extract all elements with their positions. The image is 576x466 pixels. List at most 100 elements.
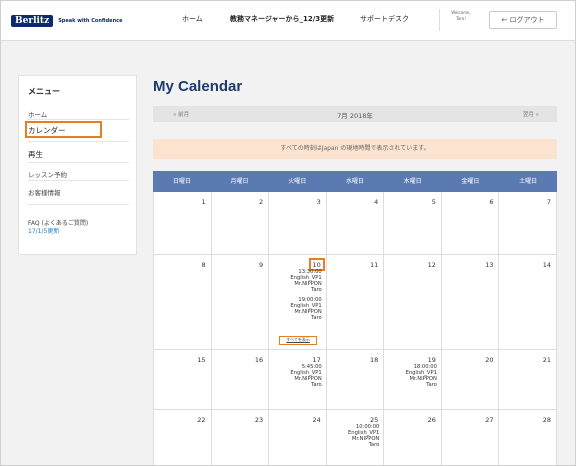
calendar-day-cell[interactable]: 23 <box>211 410 270 465</box>
calendar-day-cell[interactable]: 9 <box>211 255 270 350</box>
day-number: 25 <box>370 416 379 424</box>
calendar-day-cell[interactable]: 11 <box>326 255 385 350</box>
day-number: 20 <box>485 356 494 364</box>
day-number: 6 <box>489 198 494 206</box>
app-window: Berlitz Speak with Confidence ホーム 教務マネージ… <box>0 0 576 466</box>
top-header: Berlitz Speak with Confidence ホーム 教務マネージ… <box>1 1 575 41</box>
menu-divider <box>28 119 129 120</box>
calendar-day-cell[interactable]: 3 <box>269 192 327 255</box>
lesson-entry[interactable]: 19:00:00 English_VP1 Mr.NIPPON Taro <box>290 297 321 321</box>
calendar-day-cell[interactable]: 15 <box>154 350 212 410</box>
day-number: 26 <box>427 416 436 424</box>
page-title: My Calendar <box>153 78 243 95</box>
day-number: 4 <box>374 198 379 206</box>
calendar-day-cell[interactable]: 4 <box>326 192 385 255</box>
current-month-label: 7月 2018年 <box>337 112 373 120</box>
day-number: 27 <box>485 416 494 424</box>
calendar-body: 1 2 3 4 5 6 7 8 9 10 13:30:00 English_VP1 Mr.NIPPON T… <box>153 192 558 465</box>
day-number: 5 <box>431 198 436 206</box>
day-number: 18 <box>370 356 379 364</box>
lesson-entry[interactable]: 10:00:00 English_VP1 Mr.NIPPON Taro <box>348 424 379 448</box>
day-number: 22 <box>197 416 206 424</box>
calendar-day-cell[interactable]: 25 10:00:00 English_VP1 Mr.NIPPON Taro <box>326 410 385 465</box>
day-number: 7 <box>546 198 552 206</box>
menu-title: メニュー <box>28 87 60 96</box>
welcome-text: Welcome, Taro! <box>445 10 477 22</box>
day-number: 21 <box>542 356 552 364</box>
day-number: 14 <box>542 261 552 269</box>
calendar-day-cell[interactable]: 13 <box>441 255 500 350</box>
lesson-entry[interactable]: 5:45:00 English_VP1 Mr.NIPPON Taro <box>290 364 321 388</box>
month-navigation: « 前月 7月 2018年 翌月 » <box>153 106 557 122</box>
weekday-wednesday: 水曜日 <box>345 178 364 185</box>
menu-divider <box>28 162 129 163</box>
logout-button[interactable]: ← ログアウト <box>489 11 557 29</box>
calendar-day-cell[interactable]: 5 <box>384 192 442 255</box>
calendar-day-cell[interactable]: 1 <box>154 192 212 255</box>
menu-divider <box>28 180 129 181</box>
day-number: 17 <box>312 356 321 364</box>
lesson-student: Taro <box>368 442 380 448</box>
day-number: 15 <box>197 356 206 364</box>
calendar-week-row: 15 16 17 5:45:00 English_VP1 Mr.NIPPON Taro 18 1… <box>153 350 558 410</box>
next-month-button[interactable]: 翌月 » <box>523 110 539 118</box>
lesson-list: 13:30:00 English_VP1 Mr.NIPPON Taro 19:00:00… <box>290 269 321 321</box>
calendar-day-cell[interactable]: 14 <box>499 255 558 350</box>
calendar-day-cell[interactable]: 10 13:30:00 English_VP1 Mr.NIPPON Taro 19:00:… <box>269 255 327 350</box>
day-number: 24 <box>312 416 321 424</box>
nav-support-desk[interactable]: サポートデスク <box>360 14 409 24</box>
day-number: 8 <box>201 261 206 269</box>
lesson-list: 5:45:00 English_VP1 Mr.NIPPON Taro <box>290 364 321 388</box>
sidebar-item-customer-info[interactable]: お客様情報 <box>28 187 61 197</box>
sidebar-item-faq[interactable]: FAQ (よくあるご質問) 17/1/5更新 <box>28 220 88 236</box>
show-all-link[interactable]: すべてを表示 <box>279 336 318 345</box>
calendar-day-cell[interactable]: 6 <box>441 192 500 255</box>
calendar-day-cell[interactable]: 27 <box>441 410 500 465</box>
sidebar-item-playback[interactable]: 再生 <box>28 149 43 160</box>
calendar-day-cell[interactable]: 16 <box>211 350 270 410</box>
sidebar-item-lesson-booking[interactable]: レッスン予約 <box>28 169 67 179</box>
calendar-day-cell[interactable]: 19 18:00:00 English_VP1 Mr.NIPPON Taro <box>384 350 442 410</box>
sidebar-menu: メニュー ホーム カレンダー 再生 レッスン予約 お客様情報 FAQ (よくある… <box>18 75 137 255</box>
weekday-tuesday: 火曜日 <box>288 178 307 185</box>
calendar-day-cell[interactable]: 22 <box>154 410 212 465</box>
calendar-day-cell[interactable]: 8 <box>154 255 212 350</box>
calendar-day-cell[interactable]: 7 <box>499 192 558 255</box>
weekday-thursday: 木曜日 <box>403 178 422 185</box>
calendar-day-cell[interactable]: 26 <box>384 410 442 465</box>
calendar-day-cell[interactable]: 20 <box>441 350 500 410</box>
faq-label: FAQ (よくあるご質問) <box>28 220 89 227</box>
calendar-day-cell[interactable]: 21 <box>499 350 558 410</box>
lesson-list: 18:00:00 English_VP1 Mr.NIPPON Taro <box>406 364 437 388</box>
nav-home[interactable]: ホーム <box>182 14 203 24</box>
lesson-list: 10:00:00 English_VP1 Mr.NIPPON Taro <box>348 424 379 448</box>
calendar-day-cell[interactable]: 24 <box>269 410 327 465</box>
calendar-week-row: 8 9 10 13:30:00 English_VP1 Mr.NIPPON Taro 19:0… <box>153 255 558 350</box>
lesson-entry[interactable]: 18:00:00 English_VP1 Mr.NIPPON Taro <box>406 364 437 388</box>
welcome-line2: Taro! <box>456 16 466 21</box>
logo-tagline: Speak with Confidence <box>58 18 123 24</box>
calendar-day-cell[interactable]: 2 <box>211 192 270 255</box>
sidebar-item-home[interactable]: ホーム <box>28 109 47 119</box>
calendar-week-row: 22 23 24 25 10:00:00 English_VP1 Mr.NIPPON Taro… <box>153 410 558 465</box>
weekday-header-row: 日曜日 月曜日 火曜日 水曜日 木曜日 金曜日 土曜日 <box>153 171 557 192</box>
day-number: 28 <box>542 416 552 424</box>
calendar-day-cell[interactable]: 17 5:45:00 English_VP1 Mr.NIPPON Taro <box>269 350 327 410</box>
day-number: 3 <box>316 198 321 206</box>
lesson-student: Taro <box>426 382 437 388</box>
lesson-student: Taro <box>311 315 322 321</box>
calendar-day-cell[interactable]: 12 <box>384 255 442 350</box>
calendar-week-row: 1 2 3 4 5 6 7 <box>153 192 558 255</box>
menu-divider <box>28 204 129 205</box>
lesson-entry[interactable]: 13:30:00 English_VP1 Mr.NIPPON Taro <box>290 269 321 293</box>
timezone-notice: すべての時刻はJapan の現地時間で表示されています。 <box>153 139 557 159</box>
day-number: 13 <box>485 261 494 269</box>
calendar-grid: 日曜日 月曜日 火曜日 水曜日 木曜日 金曜日 土曜日 1 2 3 4 5 6 7 8 9 10 1… <box>153 171 558 465</box>
day-number: 23 <box>254 416 264 424</box>
berlitz-logo[interactable]: Berlitz Speak with Confidence <box>11 14 122 28</box>
calendar-day-cell[interactable]: 28 <box>499 410 558 465</box>
day-number: 19 <box>427 356 436 364</box>
nav-kyomu-update[interactable]: 教務マネージャーから_12/3更新 <box>230 14 334 24</box>
calendar-day-cell[interactable]: 18 <box>326 350 385 410</box>
day-number: 9 <box>259 261 264 269</box>
